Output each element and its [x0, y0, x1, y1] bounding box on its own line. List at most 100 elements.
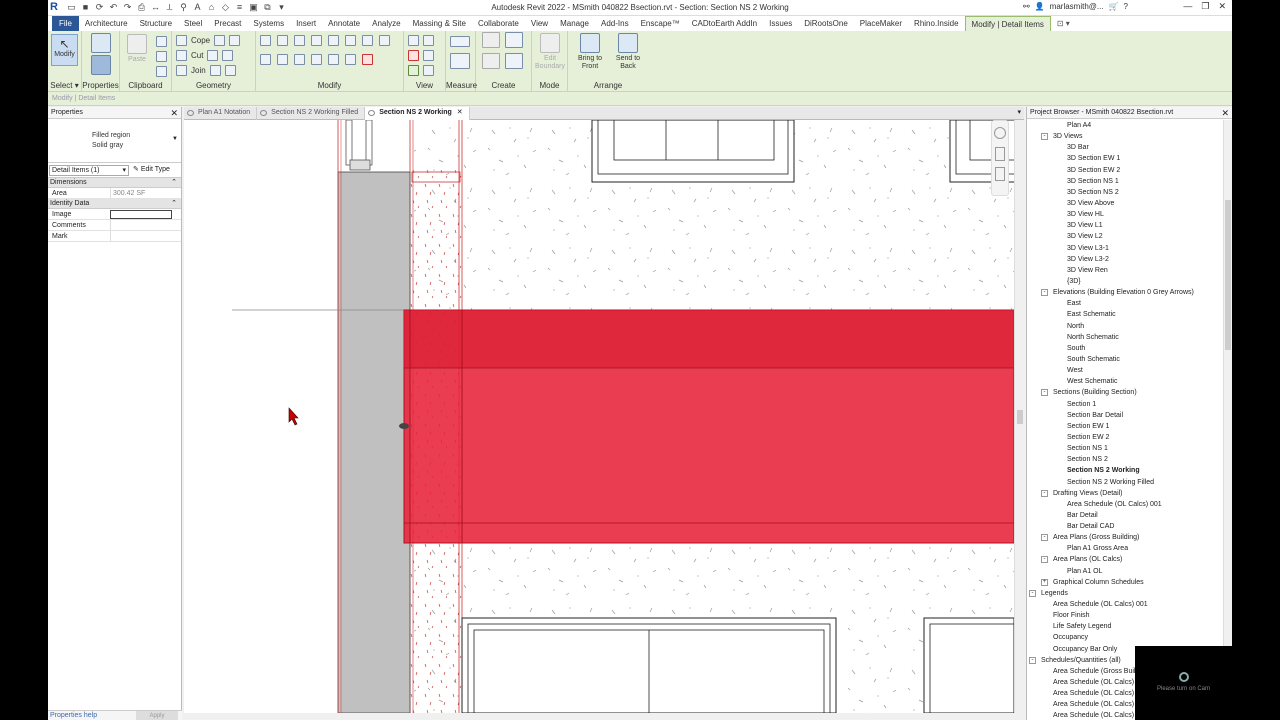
- paste-button[interactable]: Paste: [123, 34, 151, 64]
- create-assembly-icon[interactable]: [482, 32, 500, 48]
- ribbon-tab[interactable]: CADtoEarth AddIn: [686, 16, 763, 31]
- binoculars-icon[interactable]: ⚯: [1023, 2, 1030, 11]
- browser-view-item[interactable]: Section EW 2: [1027, 432, 1223, 443]
- cope-row[interactable]: Cope: [176, 34, 241, 46]
- browser-view-item[interactable]: 3D View L2: [1027, 231, 1223, 242]
- close-icon[interactable]: ✕: [170, 107, 178, 119]
- ribbon-tab[interactable]: Modify | Detail Items: [964, 16, 1051, 31]
- view-tab[interactable]: Section NS 2 Working Filled: [257, 107, 366, 120]
- close-window-icon[interactable]: ✕: [1218, 1, 1226, 12]
- canvas-vertical-scrollbar[interactable]: [1014, 120, 1024, 713]
- mirror-draw-icon[interactable]: [311, 34, 322, 46]
- create-parts-icon[interactable]: [505, 32, 523, 48]
- browser-category[interactable]: -3D Views: [1027, 131, 1223, 142]
- ribbon-tab[interactable]: Enscape™: [635, 16, 686, 31]
- browser-view-item[interactable]: Plan A4: [1027, 120, 1223, 131]
- bring-to-front-button[interactable]: Bring to Front: [572, 33, 608, 71]
- cut-icon[interactable]: [156, 50, 167, 62]
- property-value[interactable]: [110, 210, 172, 219]
- demolish-icon[interactable]: [209, 64, 221, 76]
- navigation-bar[interactable]: [991, 120, 1009, 196]
- close-tab-icon[interactable]: ✕: [457, 109, 463, 116]
- browser-view-item[interactable]: 3D View L3-1: [1027, 243, 1223, 254]
- ribbon-tab[interactable]: Rhino.Inside: [908, 16, 964, 31]
- collapse-icon[interactable]: -: [1041, 556, 1048, 564]
- browser-category[interactable]: Occupancy: [1027, 632, 1223, 643]
- browser-category[interactable]: - Legends: [1027, 588, 1223, 599]
- browser-view-item[interactable]: Section EW 1: [1027, 421, 1223, 432]
- copy-icon[interactable]: [156, 35, 167, 47]
- array-icon[interactable]: [328, 53, 339, 65]
- ribbon-tab[interactable]: View: [525, 16, 554, 31]
- ribbon-tab[interactable]: Add-Ins: [595, 16, 635, 31]
- aligned-dimension-icon[interactable]: [450, 53, 470, 69]
- browser-view-item[interactable]: Plan A1 OL: [1027, 566, 1223, 577]
- ribbon-tab[interactable]: Massing & Site: [407, 16, 472, 31]
- view-control-bar[interactable]: [184, 713, 1024, 720]
- create-similar-icon[interactable]: [505, 53, 523, 69]
- scroll-thumb[interactable]: [1225, 200, 1231, 350]
- browser-view-item[interactable]: 3D Section NS 2: [1027, 187, 1223, 198]
- ribbon-tab[interactable]: PlaceMaker: [854, 16, 908, 31]
- browser-view-item[interactable]: West: [1027, 365, 1223, 376]
- remove-paint-icon[interactable]: [224, 64, 236, 76]
- ribbon-tab[interactable]: Annotate: [322, 16, 366, 31]
- browser-view-item[interactable]: Section NS 1: [1027, 443, 1223, 454]
- edit-type-button[interactable]: ✎ Edit Type: [133, 165, 179, 176]
- wall-joins-icon[interactable]: [229, 34, 241, 46]
- ribbon-tab[interactable]: Structure: [134, 16, 178, 31]
- cart-icon[interactable]: 🛒: [1109, 2, 1119, 11]
- browser-view-item[interactable]: 3D Section NS 1: [1027, 176, 1223, 187]
- browser-view-item[interactable]: 3D View Above: [1027, 198, 1223, 209]
- measure-distance-icon[interactable]: [450, 35, 470, 47]
- collapse-icon[interactable]: -: [1041, 534, 1048, 542]
- trim-icon[interactable]: [294, 53, 305, 65]
- select-dropdown[interactable]: Select ▾: [48, 81, 81, 90]
- collapse-icon[interactable]: -: [1041, 289, 1048, 297]
- align-icon[interactable]: [260, 34, 271, 46]
- browser-view-item[interactable]: 3D Section EW 2: [1027, 165, 1223, 176]
- steering-wheel-icon[interactable]: [994, 127, 1006, 139]
- lightbulb-icon[interactable]: [423, 34, 434, 46]
- tab-list-dropdown-icon[interactable]: ▾: [1017, 107, 1021, 119]
- zoom-region-icon[interactable]: [995, 167, 1005, 181]
- ribbon-tab[interactable]: Precast: [208, 16, 247, 31]
- drawing-canvas[interactable]: [184, 120, 1014, 713]
- browser-category[interactable]: - Area Plans (Gross Building): [1027, 532, 1223, 543]
- chevron-down-icon[interactable]: ▼: [172, 136, 178, 142]
- browser-view-item[interactable]: 3D View HL: [1027, 209, 1223, 220]
- instance-filter-dropdown[interactable]: Detail Items (1) ▾: [49, 165, 129, 176]
- shape-handle-icon[interactable]: [399, 423, 409, 429]
- match-type-icon[interactable]: [156, 65, 167, 77]
- paint-icon[interactable]: [222, 49, 234, 61]
- collapse-icon[interactable]: -: [1041, 133, 1048, 141]
- mirror-axis-icon[interactable]: [294, 34, 305, 46]
- browser-view-item[interactable]: Section NS 2 Working Filled: [1027, 477, 1223, 488]
- hide-icon[interactable]: [408, 34, 419, 46]
- cope-dropdown-icon[interactable]: [214, 34, 226, 46]
- browser-category[interactable]: - Elevations (Building Elevation 0 Grey A…: [1027, 287, 1223, 298]
- move-icon[interactable]: [328, 34, 339, 46]
- browser-view-item[interactable]: 3D View L3-2: [1027, 254, 1223, 265]
- rotate-icon[interactable]: [277, 53, 288, 65]
- property-group-header[interactable]: Identity Data ⌃: [48, 199, 181, 209]
- ribbon-tab[interactable]: Issues: [763, 16, 798, 31]
- browser-view-item[interactable]: West Schematic: [1027, 376, 1223, 387]
- browser-view-item[interactable]: Area Schedule (OL Calcs) 001: [1027, 499, 1223, 510]
- project-browser-scrollbar[interactable]: [1223, 120, 1232, 720]
- ribbon-tab[interactable]: Steel: [178, 16, 208, 31]
- browser-view-item[interactable]: South Schematic: [1027, 354, 1223, 365]
- ribbon-tab[interactable]: Insert: [290, 16, 322, 31]
- split-face-icon[interactable]: [207, 49, 219, 61]
- browser-view-item[interactable]: North Schematic: [1027, 332, 1223, 343]
- browser-category[interactable]: - Sections (Building Section): [1027, 387, 1223, 398]
- collapse-icon[interactable]: ⌃: [171, 199, 177, 209]
- ribbon-tab[interactable]: Collaborate: [472, 16, 525, 31]
- apply-button[interactable]: Apply: [136, 711, 178, 720]
- zoom-icon[interactable]: [995, 147, 1005, 161]
- send-to-back-button[interactable]: Send to Back: [610, 33, 646, 71]
- expand-icon[interactable]: +: [1041, 578, 1048, 586]
- browser-category[interactable]: Area Schedule (OL Calcs) 001: [1027, 599, 1223, 610]
- view-dropdown-icon[interactable]: [423, 64, 434, 76]
- browser-view-item[interactable]: 3D View Ren: [1027, 265, 1223, 276]
